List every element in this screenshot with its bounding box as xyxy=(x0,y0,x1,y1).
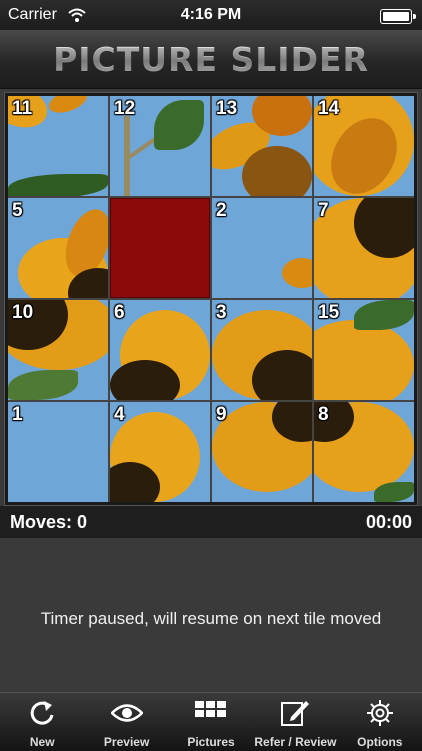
puzzle-tile[interactable]: 2 xyxy=(212,198,312,298)
status-bar: Carrier 4:16 PM xyxy=(0,0,422,30)
app-title: PICTURE SLIDER xyxy=(0,40,422,79)
puzzle-tile[interactable]: 7 xyxy=(314,198,414,298)
puzzle-tile[interactable]: 11 xyxy=(8,96,108,196)
puzzle-tile[interactable]: 15 xyxy=(314,300,414,400)
refresh-icon xyxy=(26,699,58,727)
grid-icon xyxy=(195,699,227,727)
puzzle-tile[interactable]: 3 xyxy=(212,300,312,400)
tile-number: 14 xyxy=(318,98,340,119)
pencil-note-icon xyxy=(279,699,311,727)
tab-label: Pictures xyxy=(187,735,235,749)
tile-number: 3 xyxy=(216,302,227,323)
puzzle-tile[interactable]: 1 xyxy=(8,402,108,502)
puzzle-tile[interactable]: 12 xyxy=(110,96,210,196)
tile-number: 6 xyxy=(114,302,125,323)
battery-icon xyxy=(380,9,416,24)
puzzle-tile[interactable]: 10 xyxy=(8,300,108,400)
puzzle-tile[interactable]: 13 xyxy=(212,96,312,196)
tab-bar: New Preview Pictures Refer / Review Opti… xyxy=(0,692,422,751)
moves-counter: Moves: 0 xyxy=(10,512,88,532)
timer-display: 00:00 xyxy=(365,512,412,532)
eye-icon xyxy=(109,699,144,727)
puzzle-tile[interactable]: 6 xyxy=(110,300,210,400)
tile-number: 13 xyxy=(216,98,238,119)
tile-number: 12 xyxy=(114,98,136,119)
status-message: Timer paused, will resume on next tile m… xyxy=(40,609,382,628)
puzzle-tile[interactable]: 4 xyxy=(110,402,210,502)
tab-label: Refer / Review xyxy=(254,735,337,749)
tile-number: 2 xyxy=(216,200,227,221)
clock-time: 4:16 PM xyxy=(180,6,242,23)
tab-preview[interactable]: Preview xyxy=(84,693,168,751)
tile-number: 11 xyxy=(12,98,33,119)
tile-number: 9 xyxy=(216,404,227,425)
tile-number: 8 xyxy=(318,404,329,425)
tab-options[interactable]: Options xyxy=(338,693,422,751)
tile-number: 10 xyxy=(12,302,34,323)
puzzle-board: 11 12 13 14 5 2 7 10 6 3 15 1 4 9 8 xyxy=(8,96,414,502)
puzzle-tile[interactable]: 14 xyxy=(314,96,414,196)
empty-slot[interactable] xyxy=(110,198,210,298)
tab-label: New xyxy=(29,735,55,749)
title-bar: PICTURE SLIDER xyxy=(0,30,422,89)
tile-number: 7 xyxy=(318,200,329,221)
tile-number: 1 xyxy=(12,404,23,425)
puzzle-tile[interactable]: 9 xyxy=(212,402,312,502)
info-bar: Moves: 0 00:00 xyxy=(0,506,422,538)
tab-pictures[interactable]: Pictures xyxy=(169,693,253,751)
puzzle-tile[interactable]: 5 xyxy=(8,198,108,298)
tab-refer-review[interactable]: Refer / Review xyxy=(253,693,337,751)
tile-number: 5 xyxy=(12,200,23,221)
tab-new[interactable]: New xyxy=(0,693,84,751)
tile-number: 15 xyxy=(318,302,340,323)
tile-number: 4 xyxy=(114,404,125,425)
puzzle-tile[interactable]: 8 xyxy=(314,402,414,502)
tab-label: Options xyxy=(357,735,403,749)
tab-label: Preview xyxy=(103,735,150,749)
gear-icon xyxy=(364,699,396,727)
